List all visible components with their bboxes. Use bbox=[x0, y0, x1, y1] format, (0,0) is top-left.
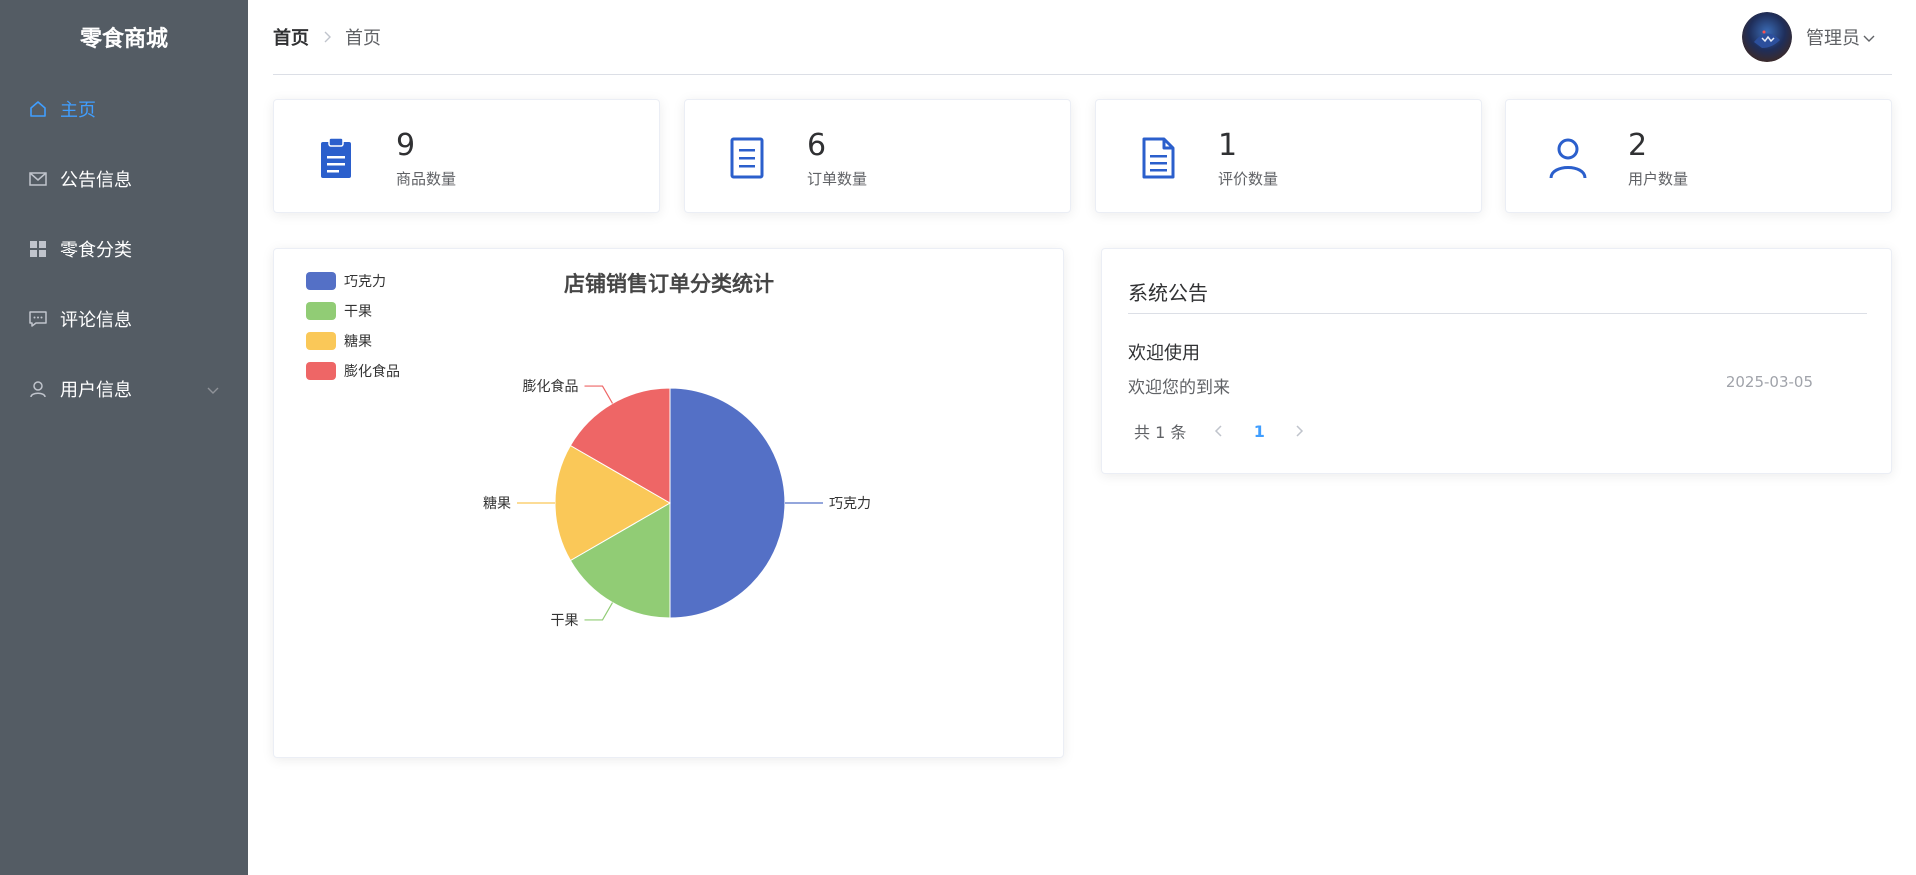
breadcrumb-root[interactable]: 首页 bbox=[273, 24, 309, 50]
notice-panel: 系统公告 欢迎使用 欢迎您的到来 2025-03-05 共 1 条 1 bbox=[1101, 248, 1892, 474]
stat-label: 评价数量 bbox=[1218, 170, 1279, 188]
stat-label: 用户数量 bbox=[1628, 170, 1689, 188]
stat-value: 1 bbox=[1218, 128, 1238, 163]
stat-card-reviews: 1 评价数量 bbox=[1095, 99, 1482, 213]
legend-label: 干果 bbox=[344, 304, 372, 320]
legend-swatch bbox=[306, 332, 336, 350]
user-icon bbox=[28, 379, 48, 399]
pie-label: 糖果 bbox=[483, 496, 511, 512]
chevron-right-icon bbox=[321, 30, 333, 44]
notice-item-body: 欢迎您的到来 bbox=[1128, 378, 1230, 398]
top-header: 首页 首页 管理员 bbox=[273, 0, 1892, 75]
pie-label: 膨化食品 bbox=[523, 378, 579, 395]
user-name[interactable]: 管理员 bbox=[1806, 24, 1860, 50]
pie-label: 干果 bbox=[551, 613, 579, 629]
breadcrumb: 首页 首页 bbox=[273, 24, 381, 50]
legend-swatch bbox=[306, 272, 336, 290]
sidebar-item-comments[interactable]: 评论信息 bbox=[0, 284, 248, 354]
breadcrumb-current: 首页 bbox=[345, 28, 381, 49]
mail-icon bbox=[28, 169, 48, 189]
chart-title: 店铺销售订单分类统计 bbox=[564, 272, 774, 296]
home-icon bbox=[28, 99, 48, 119]
sidebar: 零食商城 主页 公告信息 零食分类 评论信息 用户信息 bbox=[0, 0, 248, 875]
legend-label: 糖果 bbox=[344, 334, 372, 350]
grid-icon bbox=[28, 239, 48, 259]
stat-value: 2 bbox=[1628, 128, 1648, 163]
app-brand: 零食商城 bbox=[79, 27, 168, 52]
sidebar-item-home[interactable]: 主页 bbox=[0, 74, 248, 144]
sidebar-item-label: 主页 bbox=[60, 100, 96, 121]
stat-card-products: 9 商品数量 bbox=[273, 99, 660, 213]
stat-label: 订单数量 bbox=[807, 170, 868, 188]
sidebar-item-label: 公告信息 bbox=[60, 170, 132, 191]
chevron-down-icon[interactable] bbox=[1862, 30, 1876, 44]
sidebar-item-users[interactable]: 用户信息 bbox=[0, 354, 248, 424]
pie-label-line bbox=[584, 385, 614, 404]
sales-chart-panel: 店铺销售订单分类统计 巧克力 干果 糖果 膨化食品 巧克力 干果 糖果 膨化食品 bbox=[273, 248, 1064, 758]
stat-card-users: 2 用户数量 bbox=[1505, 99, 1892, 213]
pagination-page[interactable]: 1 bbox=[1234, 422, 1284, 441]
pagination: 共 1 条 1 bbox=[1134, 417, 1314, 445]
chat-icon bbox=[28, 309, 48, 329]
sidebar-menu: 主页 公告信息 零食分类 评论信息 用户信息 bbox=[0, 74, 248, 424]
notice-title: 系统公告 bbox=[1128, 281, 1208, 305]
divider bbox=[1128, 313, 1867, 314]
stats-row: 9 商品数量 6 订单数量 1 评价数量 2 用户数量 bbox=[273, 99, 1892, 213]
sidebar-item-label: 用户信息 bbox=[60, 380, 132, 401]
document-icon bbox=[725, 136, 769, 180]
sidebar-item-label: 评论信息 bbox=[60, 310, 132, 331]
pie-label: 巧克力 bbox=[829, 496, 871, 512]
user-menu[interactable]: 管理员 bbox=[1742, 12, 1876, 62]
sidebar-item-announcements[interactable]: 公告信息 bbox=[0, 144, 248, 214]
pagination-total: 共 1 条 bbox=[1134, 423, 1187, 442]
user-icon bbox=[1546, 136, 1590, 180]
legend-swatch bbox=[306, 362, 336, 380]
notice-item-title[interactable]: 欢迎使用 bbox=[1128, 339, 1200, 365]
clipboard-icon bbox=[314, 136, 358, 180]
chevron-right-icon[interactable] bbox=[1284, 417, 1314, 445]
sidebar-item-label: 零食分类 bbox=[60, 240, 132, 261]
sidebar-item-categories[interactable]: 零食分类 bbox=[0, 214, 248, 284]
legend-label: 巧克力 bbox=[344, 274, 386, 290]
notice-item-date: 2025-03-05 bbox=[1725, 373, 1813, 391]
file-text-icon bbox=[1136, 136, 1180, 180]
pie-slice bbox=[669, 387, 786, 619]
pie-label-line bbox=[584, 602, 614, 621]
stat-label: 商品数量 bbox=[396, 170, 457, 188]
avatar[interactable] bbox=[1742, 12, 1792, 62]
pie-chart: 店铺销售订单分类统计巧克力干果糖果膨化食品巧克力干果糖果膨化食品 bbox=[306, 272, 871, 629]
chevron-left-icon[interactable] bbox=[1204, 417, 1234, 445]
stat-value: 6 bbox=[807, 128, 827, 163]
legend-label: 膨化食品 bbox=[344, 363, 400, 380]
stat-value: 9 bbox=[396, 128, 416, 163]
chevron-down-icon[interactable] bbox=[206, 381, 220, 395]
legend-swatch bbox=[306, 302, 336, 320]
stat-card-orders: 6 订单数量 bbox=[684, 99, 1071, 213]
